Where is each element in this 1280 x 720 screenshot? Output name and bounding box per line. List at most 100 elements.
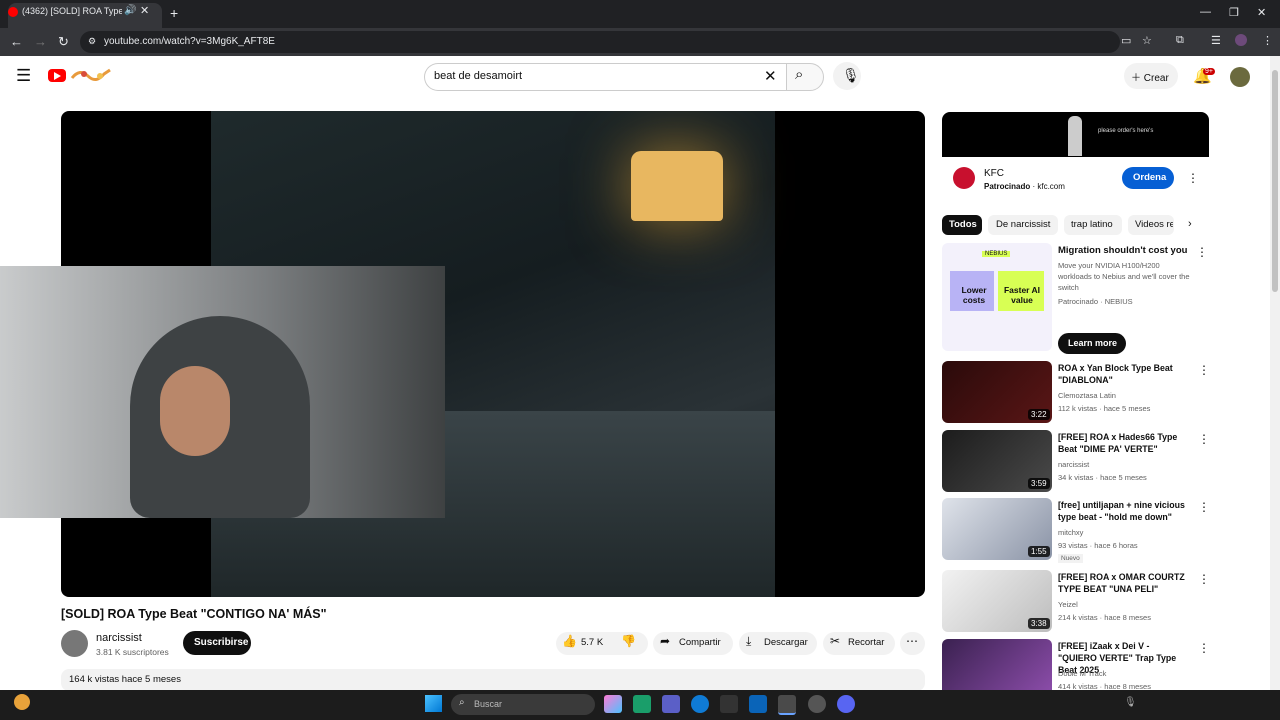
- rec-meta: 414 k vistas · hace 8 meses: [1058, 682, 1151, 690]
- copilot-icon[interactable]: [604, 695, 622, 713]
- account-avatar[interactable]: [1230, 67, 1250, 87]
- url-text[interactable]: youtube.com/watch?v=3Mg6K_AFT8E: [104, 36, 275, 47]
- chip-related-label: Videos re: [1135, 219, 1173, 230]
- new-tab-button[interactable]: +: [170, 5, 178, 21]
- sponsored-label: Patrocinado · kfc.com: [984, 182, 1065, 191]
- search-button[interactable]: [786, 63, 824, 91]
- browser-tab-bar: [0, 0, 1280, 28]
- back-arrow-icon[interactable]: ←: [10, 34, 23, 49]
- new-badge: Nuevo: [1058, 554, 1083, 563]
- outlook-icon[interactable]: [749, 695, 767, 713]
- description-box[interactable]: [61, 669, 925, 691]
- like-count[interactable]: 5.7 K: [581, 637, 603, 648]
- widgets-icon[interactable]: [633, 695, 651, 713]
- rec-meta: 112 k vistas · hace 5 meses: [1058, 404, 1151, 413]
- hamburger-menu-icon[interactable]: ☰: [16, 66, 31, 86]
- app-icon[interactable]: [720, 695, 738, 713]
- maximize-button[interactable]: ❐: [1229, 6, 1239, 19]
- ad-more-icon[interactable]: ⋮: [1187, 171, 1199, 185]
- rec-channel[interactable]: narcissist: [1058, 460, 1089, 469]
- reading-list-icon[interactable]: ☰: [1211, 34, 1221, 47]
- close-window-button[interactable]: ✕: [1257, 6, 1266, 19]
- discord-icon[interactable]: [837, 695, 855, 713]
- youtube-favicon-icon: [8, 7, 18, 17]
- webcam-overlay: [0, 266, 445, 518]
- doodle-logo-icon[interactable]: [70, 66, 112, 84]
- weather-icon[interactable]: [14, 694, 30, 710]
- ad-banner-text: please order's here's: [1098, 128, 1154, 134]
- browser-menu-icon[interactable]: ⋮: [1262, 34, 1273, 47]
- rec-thumbnail[interactable]: [942, 639, 1052, 690]
- rec-meta: 214 k vistas · hace 8 meses: [1058, 613, 1151, 622]
- rec-more-icon[interactable]: ⋮: [1198, 432, 1210, 446]
- forward-arrow-icon[interactable]: →: [34, 34, 47, 49]
- learn-more-label: Learn more: [1068, 338, 1118, 348]
- rec-channel[interactable]: mitchxy: [1058, 528, 1083, 537]
- advertiser-name[interactable]: KFC: [984, 168, 1004, 179]
- rec-more-icon[interactable]: ⋮: [1198, 500, 1210, 514]
- order-label: Ordena: [1133, 172, 1167, 183]
- promo-box2-text: Faster AI value: [1003, 285, 1041, 305]
- promo-box1-text: Lower costs: [961, 285, 987, 305]
- rec-channel[interactable]: Doble M Track: [1058, 669, 1106, 678]
- taskbar-search-input[interactable]: [451, 694, 595, 715]
- ad-figure-image: [1068, 116, 1082, 156]
- download-icon: ⤓: [746, 634, 752, 648]
- create-label: ＋ Crear: [1131, 69, 1169, 84]
- share-arrow-icon: ➦: [660, 634, 671, 648]
- promo-more-icon[interactable]: ⋮: [1196, 245, 1208, 259]
- reload-icon[interactable]: ↻: [58, 34, 69, 50]
- create-text: Crear: [1143, 73, 1169, 84]
- rec-duration: 3:59: [1028, 478, 1050, 489]
- thumbs-down-icon[interactable]: 👎: [621, 634, 636, 648]
- advertiser-logo[interactable]: [953, 167, 975, 189]
- rec-title[interactable]: [FREE] ROA x Hades66 Type Beat "DIME PA'…: [1058, 431, 1188, 455]
- bookmark-star-icon[interactable]: ☆: [1142, 34, 1152, 47]
- search-icon[interactable]: ⌕: [795, 66, 803, 83]
- more-horizontal-icon: ⋯: [906, 634, 918, 648]
- minimize-button[interactable]: —: [1200, 6, 1211, 18]
- notifications-badge: 9+: [1203, 68, 1215, 75]
- site-info-icon[interactable]: ⚙: [88, 36, 96, 47]
- teams-icon[interactable]: [662, 695, 680, 713]
- share-label: Compartir: [679, 637, 721, 648]
- promo-description: Move your NVIDIA H100/H200 workloads to …: [1058, 261, 1190, 292]
- rec-more-icon[interactable]: ⋮: [1198, 641, 1210, 655]
- edge-icon[interactable]: [691, 695, 709, 713]
- download-label: Descargar: [764, 637, 808, 648]
- profile-avatar[interactable]: [1235, 34, 1247, 46]
- rec-more-icon[interactable]: ⋮: [1198, 363, 1210, 377]
- clear-search-icon[interactable]: ✕: [764, 67, 777, 85]
- rec-channel[interactable]: Yeizel: [1058, 600, 1078, 609]
- thumbs-up-icon[interactable]: 👍: [562, 634, 577, 648]
- channel-avatar[interactable]: [61, 630, 88, 657]
- rec-meta: 93 vistas · hace 6 horas: [1058, 541, 1138, 550]
- subscriber-count: 3.81 K suscriptores: [96, 647, 169, 657]
- chevron-right-icon[interactable]: ›: [1188, 218, 1192, 230]
- channel-name[interactable]: narcissist: [96, 632, 142, 644]
- app-icon-2[interactable]: [808, 695, 826, 713]
- rec-duration: 3:22: [1028, 409, 1050, 420]
- plus-icon: ＋: [1131, 73, 1144, 84]
- promo-brand: NEBIUS: [982, 251, 1011, 257]
- microphone-tray-icon[interactable]: 🎙: [1124, 697, 1137, 708]
- search-query-text[interactable]: beat de desamoirt: [434, 70, 522, 82]
- rec-title[interactable]: [free] untiljapan + nine vicious type be…: [1058, 499, 1188, 523]
- rec-more-icon[interactable]: ⋮: [1198, 572, 1210, 586]
- microphone-icon[interactable]: 🎙: [842, 67, 860, 84]
- promo-title[interactable]: Migration shouldn't cost you: [1058, 245, 1187, 256]
- extensions-icon[interactable]: ⧉: [1176, 34, 1184, 47]
- streamer-face: [160, 366, 230, 456]
- rec-channel[interactable]: Clemoztasa Latin: [1058, 391, 1116, 400]
- scrollbar-thumb[interactable]: [1272, 70, 1278, 292]
- windows-start-icon[interactable]: [425, 695, 442, 712]
- rec-title[interactable]: [FREE] ROA x OMAR COURTZ TYPE BEAT "UNA …: [1058, 571, 1188, 595]
- cast-icon[interactable]: ▭: [1121, 34, 1131, 47]
- chrome-icon[interactable]: [778, 695, 796, 715]
- speaker-icon[interactable]: 🔊: [124, 5, 136, 16]
- rec-title[interactable]: ROA x Yan Block Type Beat "DIABLONA": [1058, 362, 1188, 386]
- views-and-date: 164 k vistas hace 5 meses: [69, 674, 181, 685]
- close-tab-icon[interactable]: ✕: [140, 4, 149, 17]
- sponsored-domain: kfc.com: [1037, 182, 1065, 191]
- play-triangle-icon: [54, 72, 61, 80]
